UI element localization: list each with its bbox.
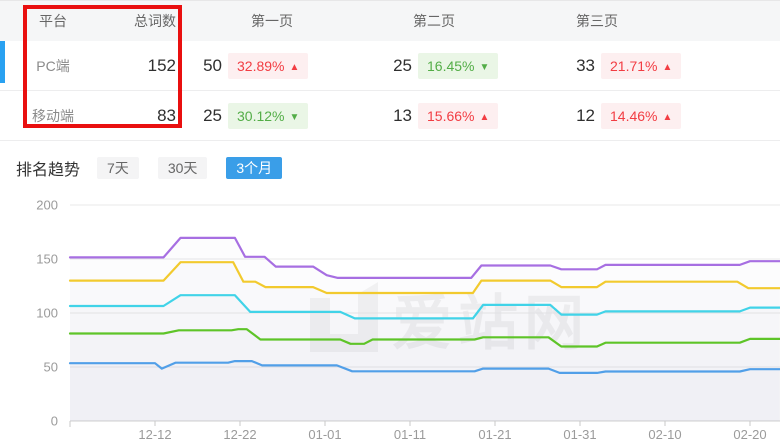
- page-3-change-badge: 14.46%▲: [601, 103, 681, 129]
- x-axis-label-01-31: 01-31: [563, 427, 596, 442]
- x-axis-label-02-10: 02-10: [648, 427, 681, 442]
- page-2-change-badge: 15.66%▲: [418, 103, 498, 129]
- y-axis-label-100: 100: [36, 306, 58, 321]
- col-header-platform: 平台: [0, 1, 106, 41]
- col-header-total-words: 总词数: [100, 1, 176, 41]
- col-header-page-3: 第三页: [517, 1, 677, 41]
- table-row[interactable]: PC端1525032.89%▲ 2516.45%▼ 3321.71%▲: [0, 41, 780, 91]
- trend-title: 排名趋势: [16, 156, 80, 180]
- table-header-row: 平台 总词数 第一页 第二页 第三页: [0, 1, 780, 42]
- page-2-count: 13: [366, 91, 412, 141]
- x-axis-label-12-22: 12-22: [223, 427, 256, 442]
- arrow-down-icon: ▼: [479, 62, 489, 73]
- page-1-change-badge: 30.12%▼: [228, 103, 308, 129]
- tab-7-days[interactable]: 7天: [97, 157, 139, 179]
- page-1-change-badge: 32.89%▲: [228, 53, 308, 79]
- x-axis-label-01-11: 01-11: [394, 427, 426, 442]
- arrow-up-icon: ▲: [662, 62, 672, 73]
- platform-label: 移动端: [0, 91, 106, 141]
- page-3-count: 33: [549, 41, 595, 91]
- trend-chart-canvas[interactable]: 0 50 100 150 200 12-12 12-22 01-01 01-11 01-21 01-…: [0, 195, 780, 445]
- col-header-page-2: 第二页: [354, 1, 514, 41]
- page-3-change-badge: 21.71%▲: [601, 53, 681, 79]
- y-axis-label-200: 200: [36, 198, 58, 213]
- platform-label: PC端: [0, 41, 106, 91]
- tab-30-days[interactable]: 30天: [158, 157, 208, 179]
- page-3-count: 12: [549, 91, 595, 141]
- arrow-up-icon: ▲: [289, 62, 299, 73]
- tab-3-months[interactable]: 3个月: [226, 157, 282, 179]
- page-2-change-badge: 16.45%▼: [418, 53, 498, 79]
- x-axis-label-12-12: 12-12: [138, 427, 171, 442]
- x-axis-label-01-01: 01-01: [308, 427, 341, 442]
- rank-dashboard: 平台 总词数 第一页 第二页 第三页 PC端1525032.89%▲2516.4…: [0, 0, 780, 445]
- x-axis-label-01-21: 01-21: [478, 427, 511, 442]
- y-axis-label-150: 150: [36, 252, 58, 267]
- page-1-count: 25: [176, 91, 222, 141]
- page-1-count: 50: [176, 41, 222, 91]
- arrow-down-icon: ▼: [289, 112, 299, 123]
- arrow-up-icon: ▲: [479, 112, 489, 123]
- total-words-value: 83: [100, 91, 176, 141]
- trend-toolbar: 排名趋势 7天 30天 3个月: [0, 142, 780, 194]
- total-words-value: 152: [100, 41, 176, 91]
- col-header-page-1: 第一页: [192, 1, 352, 41]
- arrow-up-icon: ▲: [662, 112, 672, 123]
- page-2-count: 25: [366, 41, 412, 91]
- table-row[interactable]: 移动端832530.12%▼ 1315.66%▲ 1214.46%▲: [0, 91, 780, 141]
- x-axis-label-02-20: 02-20: [733, 427, 766, 442]
- y-axis-label-0: 0: [51, 414, 58, 429]
- y-axis-label-50: 50: [44, 360, 58, 375]
